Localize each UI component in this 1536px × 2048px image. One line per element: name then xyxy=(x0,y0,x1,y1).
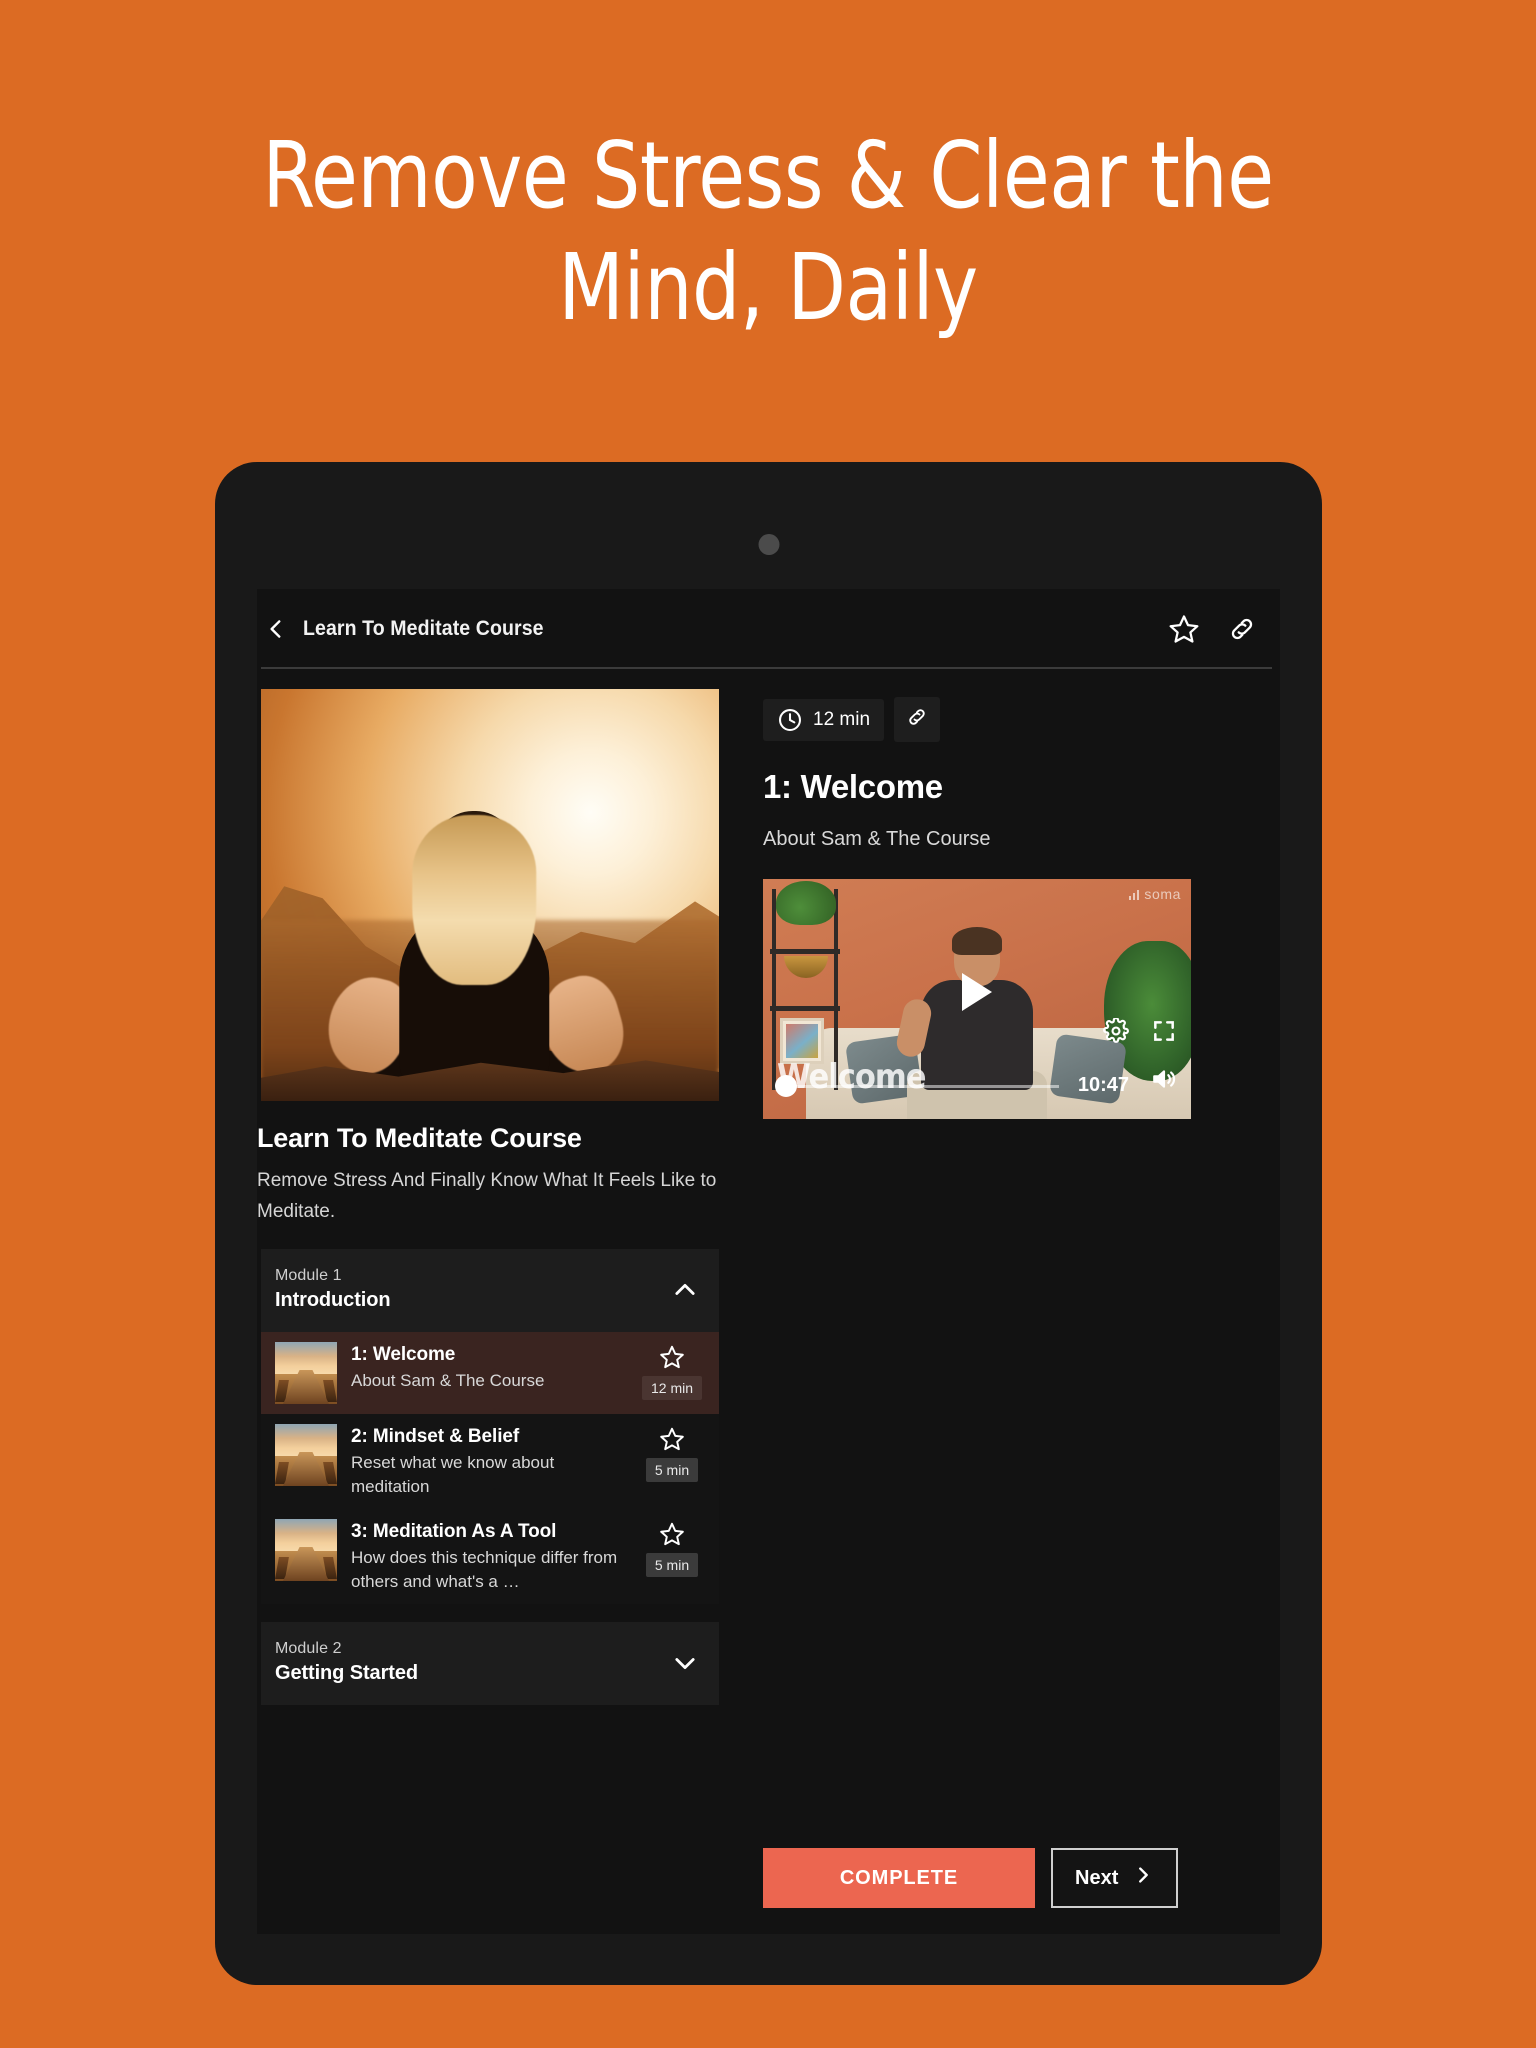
lesson-detail-subtitle: About Sam & The Course xyxy=(763,828,991,850)
player-watermark: soma xyxy=(1128,886,1181,902)
figure-hair xyxy=(412,815,537,985)
volume-icon[interactable] xyxy=(1151,1066,1177,1097)
front-camera-icon xyxy=(758,534,779,555)
star-icon[interactable] xyxy=(659,1521,685,1547)
header-divider xyxy=(261,667,1272,669)
lesson-title: 3: Meditation As A Tool xyxy=(351,1521,557,1542)
watermark-text: soma xyxy=(1144,886,1181,902)
fullscreen-icon[interactable] xyxy=(1151,1018,1177,1049)
lesson-title: 1: Welcome xyxy=(351,1344,456,1365)
chevron-left-icon[interactable] xyxy=(261,614,291,644)
lesson-actions: COMPLETE Next xyxy=(763,1848,1258,1932)
lesson-description: About Sam & The Course xyxy=(351,1371,545,1390)
course-outline-panel: Learn To Meditate Course Remove Stress A… xyxy=(257,669,727,1932)
chevron-down-icon[interactable] xyxy=(671,1649,699,1677)
lesson-duration-badge: 5 min xyxy=(645,1458,699,1482)
lesson-detail-panel: 12 min 1: Welcome About Sam & The Course xyxy=(727,669,1280,1932)
chevron-up-icon[interactable] xyxy=(671,1276,699,1304)
module-header-1[interactable]: Module 1 Introduction xyxy=(261,1249,719,1332)
module-kicker: Module 1 xyxy=(275,1267,342,1284)
tablet-device-frame: Learn To Meditate Course Learn To Medita… xyxy=(215,462,1322,1985)
promo-headline: Remove Stress & Clear the Mind, Daily xyxy=(262,122,1274,341)
player-scrubber-handle[interactable] xyxy=(775,1075,797,1097)
complete-button[interactable]: COMPLETE xyxy=(763,1848,1035,1908)
lesson-title: 2: Mindset & Belief xyxy=(351,1426,520,1447)
chevron-right-icon xyxy=(1132,1864,1154,1892)
gear-icon[interactable] xyxy=(1103,1017,1129,1049)
lesson-meta-row: 12 min xyxy=(763,697,1258,742)
lesson-detail-title: 1: Welcome xyxy=(763,768,943,805)
lesson-thumbnail xyxy=(275,1342,337,1404)
lesson-thumbnail xyxy=(275,1424,337,1486)
course-subtitle: Remove Stress And Finally Know What It F… xyxy=(257,1170,717,1222)
play-icon[interactable] xyxy=(962,972,992,1011)
signal-bars-icon xyxy=(1128,889,1140,900)
star-icon[interactable] xyxy=(1168,613,1200,645)
lesson-list: 1: Welcome About Sam & The Course 12 min xyxy=(261,1332,719,1604)
hero-meditating-figure xyxy=(318,801,633,1101)
clock-icon xyxy=(777,707,803,733)
lesson-description: Reset what we know about meditation xyxy=(351,1453,555,1496)
module-name: Getting Started xyxy=(275,1662,418,1684)
app-body: Learn To Meditate Course Remove Stress A… xyxy=(257,669,1280,1932)
duration-text: 12 min xyxy=(813,708,871,730)
player-progress-bar[interactable] xyxy=(777,1085,1059,1088)
next-button-label: Next xyxy=(1075,1866,1119,1889)
player-secondary-controls xyxy=(1103,1017,1177,1049)
course-title: Learn To Meditate Course xyxy=(257,1123,582,1153)
list-item[interactable]: 2: Mindset & Belief Reset what we know a… xyxy=(261,1414,719,1509)
player-time-remaining: 10:47 xyxy=(1077,1074,1129,1096)
star-icon[interactable] xyxy=(659,1426,685,1452)
star-icon[interactable] xyxy=(659,1344,685,1370)
lesson-duration-badge: 12 min xyxy=(641,1376,703,1400)
lesson-thumbnail xyxy=(275,1519,337,1581)
module-name: Introduction xyxy=(275,1289,391,1311)
page-title: Learn To Meditate Course xyxy=(303,617,544,640)
link-icon xyxy=(905,705,929,734)
app-header: Learn To Meditate Course xyxy=(257,589,1280,669)
list-item[interactable]: 3: Meditation As A Tool How does this te… xyxy=(261,1509,719,1604)
lesson-duration-badge: 5 min xyxy=(645,1553,699,1577)
module-header-2[interactable]: Module 2 Getting Started xyxy=(261,1622,719,1705)
lesson-description: How does this technique differ from othe… xyxy=(351,1548,618,1591)
video-player[interactable]: soma Welcome 10:47 xyxy=(763,879,1191,1119)
course-hero-image xyxy=(261,689,719,1101)
video-scene-person-hair xyxy=(952,927,1002,955)
video-caption-overlay: Welcome xyxy=(777,1057,927,1097)
video-scene-plant-top xyxy=(775,881,836,926)
copy-link-button[interactable] xyxy=(894,697,941,742)
duration-chip: 12 min xyxy=(763,698,885,741)
list-item[interactable]: 1: Welcome About Sam & The Course 12 min xyxy=(261,1332,719,1414)
next-button[interactable]: Next xyxy=(1051,1848,1179,1908)
module-kicker: Module 2 xyxy=(275,1640,342,1657)
link-icon[interactable] xyxy=(1226,613,1258,645)
app-screen: Learn To Meditate Course Learn To Medita… xyxy=(257,589,1280,1934)
